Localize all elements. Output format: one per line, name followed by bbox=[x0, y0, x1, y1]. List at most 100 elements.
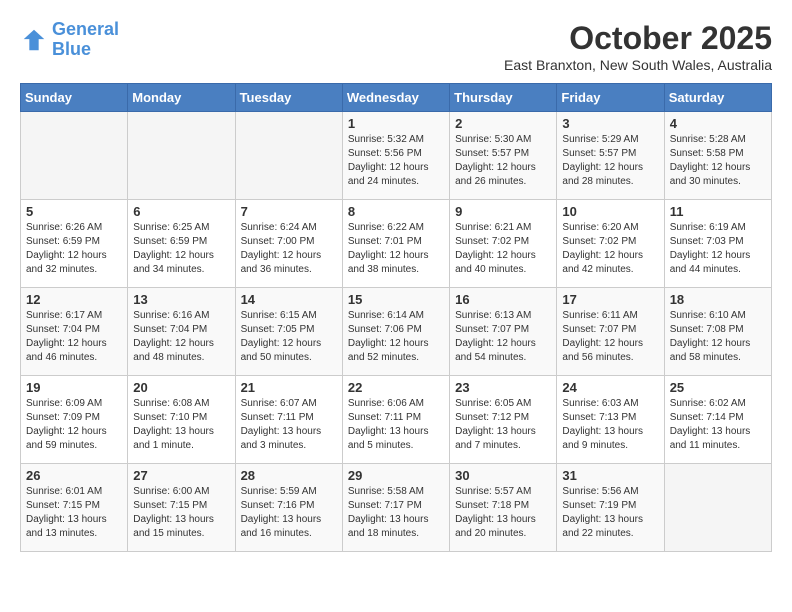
cell-content: Sunrise: 6:19 AM Sunset: 7:03 PM Dayligh… bbox=[670, 221, 766, 277]
day-number: 7 bbox=[241, 204, 337, 219]
calendar-cell: 25 Sunrise: 6:02 AM Sunset: 7:14 PM Dayli… bbox=[664, 376, 771, 464]
cell-content: Sunrise: 6:15 AM Sunset: 7:05 PM Dayligh… bbox=[241, 309, 337, 365]
month-title: October 2025 bbox=[504, 20, 772, 57]
page-header: General Blue October 2025 East Branxton,… bbox=[20, 20, 772, 73]
calendar-week-row: 12 Sunrise: 6:17 AM Sunset: 7:04 PM Dayli… bbox=[21, 288, 772, 376]
cell-content: Sunrise: 5:29 AM Sunset: 5:57 PM Dayligh… bbox=[562, 133, 658, 189]
calendar-cell: 12 Sunrise: 6:17 AM Sunset: 7:04 PM Dayli… bbox=[21, 288, 128, 376]
cell-content: Sunrise: 6:16 AM Sunset: 7:04 PM Dayligh… bbox=[133, 309, 229, 365]
day-number: 23 bbox=[455, 380, 551, 395]
cell-content: Sunrise: 6:01 AM Sunset: 7:15 PM Dayligh… bbox=[26, 485, 122, 541]
cell-content: Sunrise: 6:08 AM Sunset: 7:10 PM Dayligh… bbox=[133, 397, 229, 453]
cell-content: Sunrise: 5:59 AM Sunset: 7:16 PM Dayligh… bbox=[241, 485, 337, 541]
cell-content: Sunrise: 6:11 AM Sunset: 7:07 PM Dayligh… bbox=[562, 309, 658, 365]
day-number: 12 bbox=[26, 292, 122, 307]
weekday-header-cell: Sunday bbox=[21, 84, 128, 112]
cell-content: Sunrise: 5:57 AM Sunset: 7:18 PM Dayligh… bbox=[455, 485, 551, 541]
cell-content: Sunrise: 5:56 AM Sunset: 7:19 PM Dayligh… bbox=[562, 485, 658, 541]
day-number: 27 bbox=[133, 468, 229, 483]
day-number: 29 bbox=[348, 468, 444, 483]
calendar-cell bbox=[21, 112, 128, 200]
title-block: October 2025 East Branxton, New South Wa… bbox=[504, 20, 772, 73]
calendar-cell: 17 Sunrise: 6:11 AM Sunset: 7:07 PM Dayli… bbox=[557, 288, 664, 376]
day-number: 21 bbox=[241, 380, 337, 395]
calendar-week-row: 19 Sunrise: 6:09 AM Sunset: 7:09 PM Dayli… bbox=[21, 376, 772, 464]
logo-icon bbox=[20, 26, 48, 54]
cell-content: Sunrise: 5:28 AM Sunset: 5:58 PM Dayligh… bbox=[670, 133, 766, 189]
cell-content: Sunrise: 6:14 AM Sunset: 7:06 PM Dayligh… bbox=[348, 309, 444, 365]
cell-content: Sunrise: 6:03 AM Sunset: 7:13 PM Dayligh… bbox=[562, 397, 658, 453]
day-number: 5 bbox=[26, 204, 122, 219]
weekday-header-cell: Wednesday bbox=[342, 84, 449, 112]
calendar-cell: 22 Sunrise: 6:06 AM Sunset: 7:11 PM Dayli… bbox=[342, 376, 449, 464]
calendar-cell: 28 Sunrise: 5:59 AM Sunset: 7:16 PM Dayli… bbox=[235, 464, 342, 552]
calendar-cell: 23Sunrise: 6:05 AM Sunset: 7:12 PM Dayli… bbox=[450, 376, 557, 464]
cell-content: Sunrise: 6:00 AM Sunset: 7:15 PM Dayligh… bbox=[133, 485, 229, 541]
calendar-cell: 4 Sunrise: 5:28 AM Sunset: 5:58 PM Daylig… bbox=[664, 112, 771, 200]
cell-content: Sunrise: 6:06 AM Sunset: 7:11 PM Dayligh… bbox=[348, 397, 444, 453]
calendar-cell bbox=[235, 112, 342, 200]
day-number: 30 bbox=[455, 468, 551, 483]
calendar-cell: 2Sunrise: 5:30 AM Sunset: 5:57 PM Daylig… bbox=[450, 112, 557, 200]
calendar-cell: 14 Sunrise: 6:15 AM Sunset: 7:05 PM Dayli… bbox=[235, 288, 342, 376]
weekday-header-cell: Monday bbox=[128, 84, 235, 112]
day-number: 1 bbox=[348, 116, 444, 131]
cell-content: Sunrise: 6:25 AM Sunset: 6:59 PM Dayligh… bbox=[133, 221, 229, 277]
calendar-cell: 18Sunrise: 6:10 AM Sunset: 7:08 PM Dayli… bbox=[664, 288, 771, 376]
calendar-week-row: 26Sunrise: 6:01 AM Sunset: 7:15 PM Dayli… bbox=[21, 464, 772, 552]
calendar-table: SundayMondayTuesdayWednesdayThursdayFrid… bbox=[20, 83, 772, 552]
day-number: 14 bbox=[241, 292, 337, 307]
cell-content: Sunrise: 5:58 AM Sunset: 7:17 PM Dayligh… bbox=[348, 485, 444, 541]
cell-content: Sunrise: 6:02 AM Sunset: 7:14 PM Dayligh… bbox=[670, 397, 766, 453]
calendar-cell: 26Sunrise: 6:01 AM Sunset: 7:15 PM Dayli… bbox=[21, 464, 128, 552]
cell-content: Sunrise: 6:07 AM Sunset: 7:11 PM Dayligh… bbox=[241, 397, 337, 453]
calendar-cell: 15 Sunrise: 6:14 AM Sunset: 7:06 PM Dayli… bbox=[342, 288, 449, 376]
day-number: 31 bbox=[562, 468, 658, 483]
day-number: 25 bbox=[670, 380, 766, 395]
day-number: 24 bbox=[562, 380, 658, 395]
calendar-cell: 21 Sunrise: 6:07 AM Sunset: 7:11 PM Dayli… bbox=[235, 376, 342, 464]
calendar-body: 1 Sunrise: 5:32 AM Sunset: 5:56 PM Daylig… bbox=[21, 112, 772, 552]
day-number: 17 bbox=[562, 292, 658, 307]
day-number: 6 bbox=[133, 204, 229, 219]
day-number: 16 bbox=[455, 292, 551, 307]
calendar-cell: 1 Sunrise: 5:32 AM Sunset: 5:56 PM Daylig… bbox=[342, 112, 449, 200]
day-number: 15 bbox=[348, 292, 444, 307]
cell-content: Sunrise: 6:21 AM Sunset: 7:02 PM Dayligh… bbox=[455, 221, 551, 277]
cell-content: Sunrise: 6:17 AM Sunset: 7:04 PM Dayligh… bbox=[26, 309, 122, 365]
calendar-cell: 13 Sunrise: 6:16 AM Sunset: 7:04 PM Dayli… bbox=[128, 288, 235, 376]
calendar-week-row: 1 Sunrise: 5:32 AM Sunset: 5:56 PM Daylig… bbox=[21, 112, 772, 200]
calendar-cell bbox=[128, 112, 235, 200]
calendar-week-row: 5 Sunrise: 6:26 AM Sunset: 6:59 PM Daylig… bbox=[21, 200, 772, 288]
day-number: 22 bbox=[348, 380, 444, 395]
weekday-header-cell: Tuesday bbox=[235, 84, 342, 112]
day-number: 28 bbox=[241, 468, 337, 483]
weekday-header-cell: Saturday bbox=[664, 84, 771, 112]
day-number: 20 bbox=[133, 380, 229, 395]
day-number: 13 bbox=[133, 292, 229, 307]
calendar-cell: 29 Sunrise: 5:58 AM Sunset: 7:17 PM Dayli… bbox=[342, 464, 449, 552]
calendar-cell: 9 Sunrise: 6:21 AM Sunset: 7:02 PM Daylig… bbox=[450, 200, 557, 288]
calendar-cell: 20 Sunrise: 6:08 AM Sunset: 7:10 PM Dayli… bbox=[128, 376, 235, 464]
cell-content: Sunrise: 6:09 AM Sunset: 7:09 PM Dayligh… bbox=[26, 397, 122, 453]
calendar-cell: 6 Sunrise: 6:25 AM Sunset: 6:59 PM Daylig… bbox=[128, 200, 235, 288]
cell-content: Sunrise: 6:24 AM Sunset: 7:00 PM Dayligh… bbox=[241, 221, 337, 277]
day-number: 19 bbox=[26, 380, 122, 395]
logo: General Blue bbox=[20, 20, 119, 60]
day-number: 4 bbox=[670, 116, 766, 131]
calendar-cell: 11 Sunrise: 6:19 AM Sunset: 7:03 PM Dayli… bbox=[664, 200, 771, 288]
calendar-cell: 24 Sunrise: 6:03 AM Sunset: 7:13 PM Dayli… bbox=[557, 376, 664, 464]
day-number: 18 bbox=[670, 292, 766, 307]
day-number: 9 bbox=[455, 204, 551, 219]
cell-content: Sunrise: 6:26 AM Sunset: 6:59 PM Dayligh… bbox=[26, 221, 122, 277]
cell-content: Sunrise: 5:32 AM Sunset: 5:56 PM Dayligh… bbox=[348, 133, 444, 189]
day-number: 11 bbox=[670, 204, 766, 219]
logo-text: General Blue bbox=[52, 20, 119, 60]
weekday-header-cell: Thursday bbox=[450, 84, 557, 112]
cell-content: Sunrise: 5:30 AM Sunset: 5:57 PM Dayligh… bbox=[455, 133, 551, 189]
calendar-cell: 31 Sunrise: 5:56 AM Sunset: 7:19 PM Dayli… bbox=[557, 464, 664, 552]
weekday-header-row: SundayMondayTuesdayWednesdayThursdayFrid… bbox=[21, 84, 772, 112]
calendar-cell: 19 Sunrise: 6:09 AM Sunset: 7:09 PM Dayli… bbox=[21, 376, 128, 464]
day-number: 3 bbox=[562, 116, 658, 131]
cell-content: Sunrise: 6:22 AM Sunset: 7:01 PM Dayligh… bbox=[348, 221, 444, 277]
